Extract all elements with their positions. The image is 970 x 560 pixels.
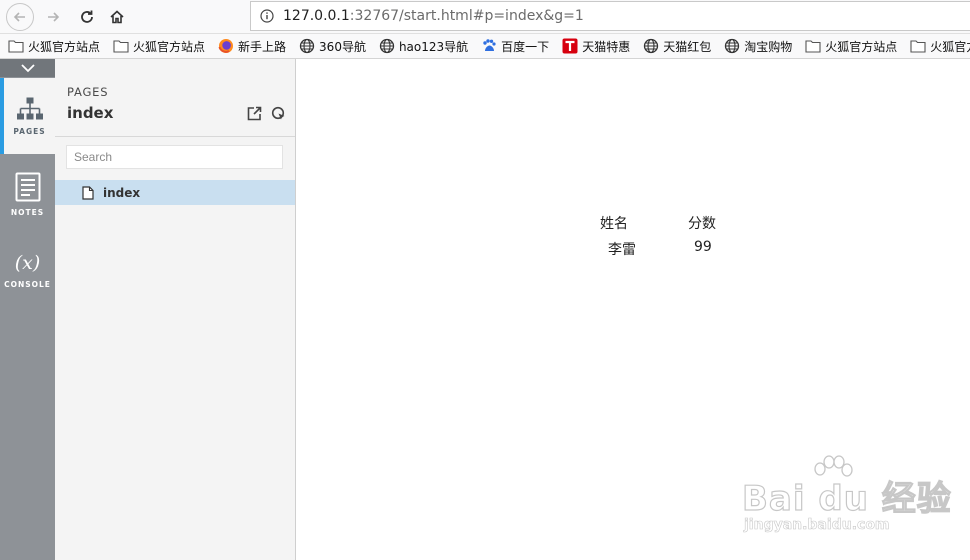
url-text: 127.0.0.1:32767/start.html#p=index&g=1 (283, 8, 584, 24)
bookmark-label: 新手上路 (238, 39, 287, 54)
firefox-icon (218, 39, 234, 53)
url-path: :32767/start.html#p=index&g=1 (349, 8, 584, 24)
rail-item-console[interactable]: (x) CONSOLE (0, 232, 55, 308)
url-bar[interactable]: 127.0.0.1:32767/start.html#p=index&g=1 (250, 1, 970, 31)
left-rail: PAGES NOTES (x) CONSOLE (0, 59, 55, 560)
baidu-paw-icon (483, 39, 496, 51)
rail-label-pages: PAGES (13, 126, 46, 136)
rail-label-notes: NOTES (10, 207, 45, 217)
folder-icon (8, 40, 24, 53)
column-header-name: 姓名 (600, 216, 628, 232)
home-icon (110, 10, 124, 24)
rail-collapse-toggle[interactable] (0, 59, 55, 77)
rail-label-console: CONSOLE (4, 279, 51, 289)
bookmark-item[interactable]: 天猫特惠 (554, 34, 635, 58)
open-in-new-tab-button[interactable] (246, 105, 262, 121)
pages-panel: PAGES index index (55, 59, 296, 560)
bookmark-item[interactable]: 火狐官方站点 (902, 34, 970, 58)
bookmark-item[interactable]: 火狐官方站点 (0, 34, 105, 58)
bookmark-label: 百度一下 (501, 39, 550, 54)
folder-icon (910, 40, 926, 53)
chevron-down-icon (20, 64, 35, 73)
globe-icon (299, 38, 315, 54)
page-title: index (67, 104, 114, 122)
notes-icon (15, 172, 40, 201)
bookmark-item[interactable]: 火狐官方站点 (797, 34, 902, 58)
bookmark-item[interactable]: 火狐官方站点 (105, 34, 210, 58)
tmall-icon (562, 38, 578, 54)
rail-item-pages[interactable]: PAGES (0, 78, 55, 154)
page-tree-item-label: index (103, 185, 141, 200)
watermark-brand: Bai du 经验 (741, 478, 952, 519)
bookmark-label: 火狐官方站点 (930, 39, 970, 54)
folder-icon (113, 40, 129, 53)
bookmark-label: 火狐官方站点 (28, 39, 101, 54)
cell-score: 99 (694, 239, 712, 255)
search-input[interactable] (66, 145, 283, 169)
bookmark-label: 淘宝购物 (744, 39, 793, 54)
fx-icon: (x) (14, 251, 41, 274)
bookmark-label: 火狐官方站点 (825, 39, 898, 54)
bookmark-item[interactable]: 360导航 (291, 34, 371, 58)
browser-toolbar: 127.0.0.1:32767/start.html#p=index&g=1 (0, 0, 970, 34)
bookmark-item[interactable]: 天猫红包 (635, 34, 716, 58)
sitemap-icon (16, 97, 43, 119)
home-button[interactable] (104, 4, 130, 30)
globe-icon (644, 38, 659, 54)
column-header-score: 分数 (688, 216, 716, 232)
inspect-button[interactable] (270, 105, 286, 121)
bookmark-label: 天猫特惠 (582, 39, 631, 54)
cell-name: 李雷 (608, 242, 636, 258)
page-tree-item[interactable]: index (55, 180, 295, 205)
bookmark-label: 360导航 (319, 39, 366, 54)
bookmark-label: hao123导航 (398, 39, 469, 54)
reload-button[interactable] (74, 4, 100, 30)
bookmark-label: 天猫红包 (663, 39, 712, 54)
bookmark-item[interactable]: 淘宝购物 (716, 34, 797, 58)
forward-button[interactable] (40, 4, 66, 30)
folder-icon (805, 40, 821, 53)
baidu-jingyan-watermark: Bai du 经验 jingyan.baidu.com (741, 455, 951, 545)
url-host: 127.0.0.1 (283, 8, 350, 24)
bookmark-item[interactable]: hao123导航 (371, 34, 473, 58)
reload-icon (81, 10, 93, 23)
info-icon[interactable] (260, 9, 274, 23)
forward-icon (48, 12, 60, 22)
globe-icon (725, 38, 740, 54)
bookmark-item[interactable]: 百度一下 (473, 34, 554, 58)
page-icon (82, 185, 94, 200)
external-link-icon (247, 106, 261, 120)
bookmarks-bar: 火狐官方站点 火狐官方站点 新手上路 360导航 hao123导航 百度一下 天… (0, 34, 970, 59)
globe-icon (379, 38, 395, 54)
panel-header: PAGES index (55, 59, 295, 137)
rail-item-notes[interactable]: NOTES (0, 156, 55, 232)
panel-kicker: PAGES (67, 85, 109, 99)
watermark-url: jingyan.baidu.com (744, 517, 890, 534)
bookmark-item[interactable]: 新手上路 (210, 34, 291, 58)
back-button[interactable] (6, 3, 34, 31)
bookmark-label: 火狐官方站点 (133, 39, 206, 54)
inspect-cursor-icon (271, 106, 284, 119)
back-icon (13, 12, 25, 22)
